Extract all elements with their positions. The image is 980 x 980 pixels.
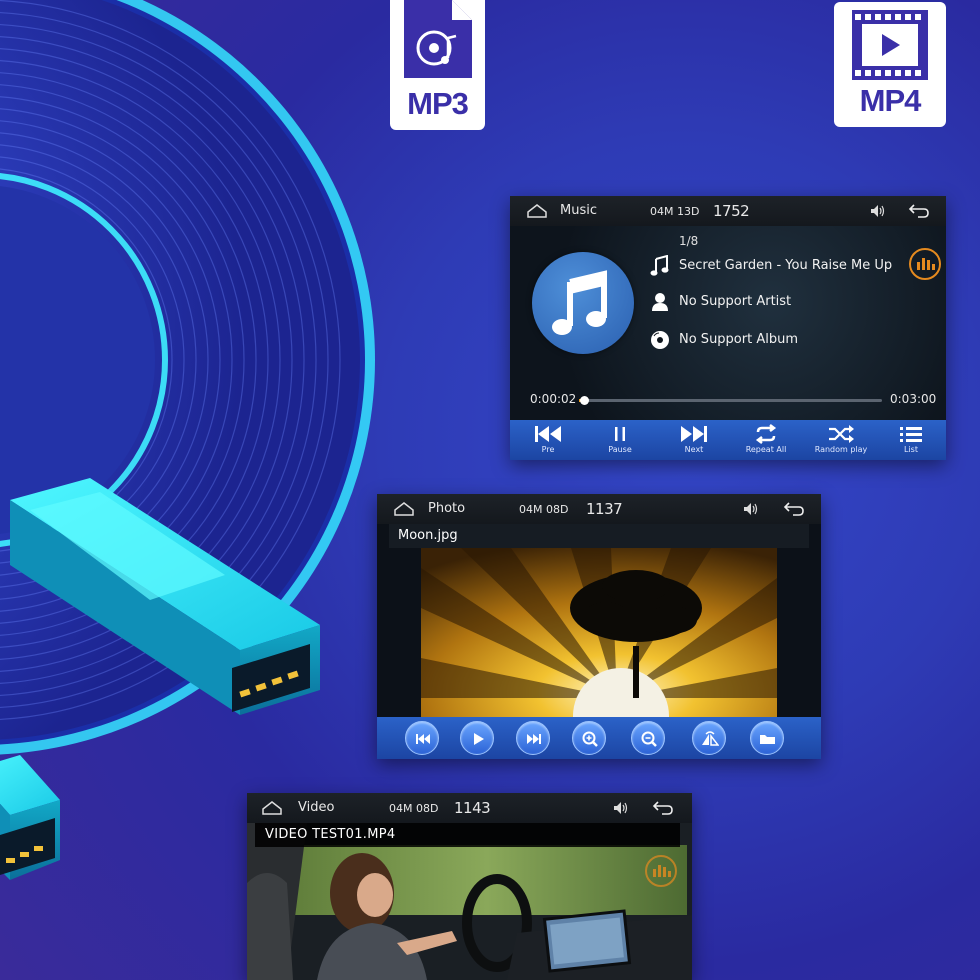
volume-icon[interactable]	[870, 204, 886, 218]
duration-time: 0:03:00	[890, 392, 937, 406]
photo-play-button[interactable]	[460, 721, 494, 755]
pause-icon	[615, 427, 625, 441]
track-counter: 1/8	[679, 234, 699, 248]
photo-filename: Moon.jpg	[398, 528, 458, 543]
zoom-in-icon	[582, 731, 598, 747]
video-player-panel: Video 04M 08D 1143 VIDEO TEST01.MP4	[247, 793, 692, 980]
zoom-out-button[interactable]	[631, 721, 665, 755]
album-art	[532, 252, 634, 354]
status-time: 1752	[713, 202, 750, 220]
album-disc-icon	[651, 331, 669, 349]
previous-icon	[416, 734, 430, 744]
progress-knob[interactable]	[580, 396, 590, 405]
volume-icon[interactable]	[613, 801, 629, 815]
photo-viewer-panel: Photo 04M 08D 1137 Moon.jpg	[377, 494, 821, 759]
status-date: 04M 08D	[389, 802, 439, 815]
usb-stick-lower	[0, 755, 60, 880]
home-icon[interactable]	[526, 203, 548, 219]
progress-track[interactable]	[579, 396, 882, 405]
previous-icon	[535, 426, 561, 442]
open-folder-button[interactable]	[750, 721, 784, 755]
next-icon	[527, 734, 541, 744]
zoom-in-button[interactable]	[572, 721, 606, 755]
music-note-icon	[552, 270, 607, 335]
rotate-button[interactable]	[692, 721, 726, 755]
photo-previous-button[interactable]	[405, 721, 439, 755]
video-filename-bar: VIDEO TEST01.MP4	[255, 823, 680, 847]
pre-button[interactable]: Pre	[522, 424, 574, 454]
random-play-button[interactable]: Random play	[810, 424, 872, 454]
status-date: 04M 08D	[519, 503, 569, 516]
mp4-label: MP4	[859, 83, 922, 118]
folder-icon	[760, 735, 775, 744]
photo-image	[421, 548, 777, 718]
back-icon[interactable]	[783, 502, 805, 516]
photo-next-button[interactable]	[516, 721, 550, 755]
equalizer-icon	[917, 258, 935, 270]
repeat-all-button[interactable]: Repeat All	[738, 424, 794, 454]
photo-filename-bar: Moon.jpg	[389, 524, 809, 548]
back-icon[interactable]	[652, 801, 674, 815]
music-status-bar: Music 04M 13D 1752	[510, 196, 946, 226]
play-icon	[474, 733, 484, 745]
status-date: 04M 13D	[650, 205, 700, 218]
app-title: Music	[560, 203, 597, 218]
artist-icon	[652, 293, 668, 311]
back-icon[interactable]	[908, 204, 930, 218]
next-icon	[681, 426, 707, 442]
control-label: Pre	[541, 445, 555, 454]
video-equalizer-button[interactable]	[645, 855, 677, 887]
video-status-bar: Video 04M 08D 1143	[247, 793, 692, 823]
note-icon	[650, 255, 669, 276]
zoom-out-icon	[641, 731, 657, 747]
music-disc-file-icon	[404, 0, 472, 78]
list-button[interactable]: List	[886, 424, 936, 454]
video-filename: VIDEO TEST01.MP4	[265, 827, 396, 842]
home-icon[interactable]	[261, 800, 283, 816]
track-album: No Support Album	[679, 332, 798, 347]
control-label: List	[904, 445, 918, 454]
repeat-icon	[755, 424, 777, 444]
music-player-panel: Music 04M 13D 1752 1/8 Secret Garden - Y…	[510, 196, 946, 460]
control-label: Random play	[814, 445, 868, 454]
track-title: Secret Garden - You Raise Me Up	[679, 258, 893, 273]
home-icon[interactable]	[393, 501, 415, 517]
control-label: Pause	[608, 445, 632, 454]
music-control-bar: Pre Pause Next Repeat All Random play Li…	[510, 420, 946, 460]
control-label: Repeat All	[745, 445, 787, 454]
mp4-format-badge: MP4	[834, 2, 946, 127]
mp3-label: MP3	[407, 86, 469, 121]
shuffle-icon	[829, 425, 854, 443]
photo-status-bar: Photo 04M 08D 1137	[377, 494, 821, 524]
equalizer-button[interactable]	[909, 248, 941, 280]
list-icon	[900, 427, 922, 442]
app-title: Photo	[428, 501, 466, 516]
rotate-icon	[702, 731, 719, 746]
volume-icon[interactable]	[743, 502, 759, 516]
control-label: Next	[684, 445, 704, 454]
photo-control-bar	[377, 717, 821, 759]
video-file-icon	[852, 10, 928, 80]
track-artist: No Support Artist	[679, 294, 792, 309]
mp3-format-badge: MP3	[390, 0, 485, 130]
next-button[interactable]: Next	[668, 424, 720, 454]
app-title: Video	[298, 800, 335, 815]
status-time: 1143	[454, 799, 491, 817]
equalizer-icon	[653, 865, 671, 877]
status-time: 1137	[586, 500, 623, 518]
elapsed-time: 0:00:02	[530, 392, 577, 406]
pause-button[interactable]: Pause	[594, 424, 646, 454]
